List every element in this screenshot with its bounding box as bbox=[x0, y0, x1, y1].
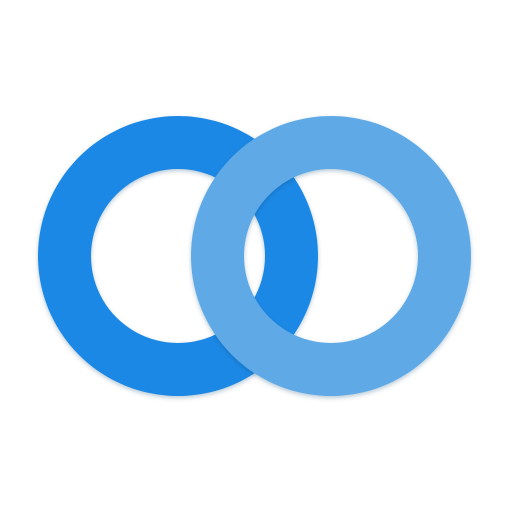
linked-rings-icon bbox=[0, 0, 512, 512]
